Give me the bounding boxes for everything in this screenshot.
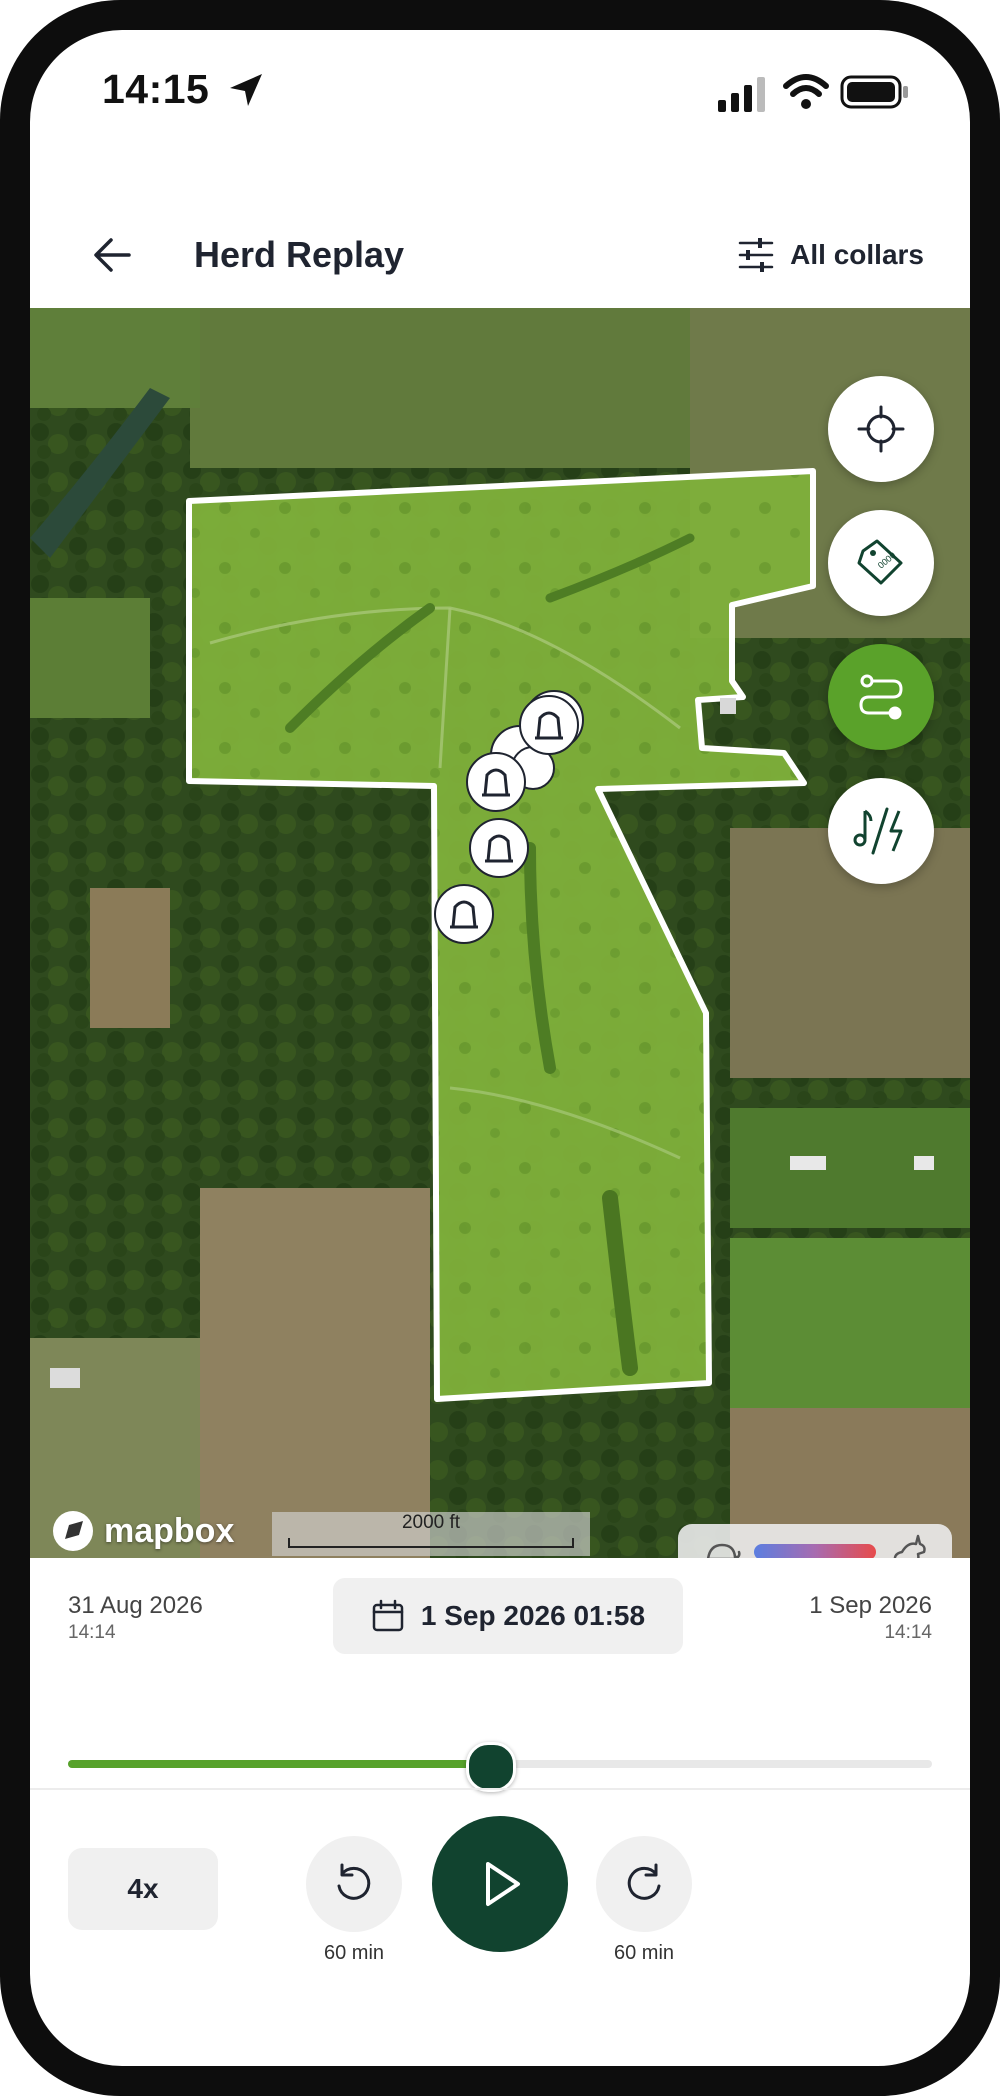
map-imagery xyxy=(30,308,970,1558)
sound-shock-icon xyxy=(853,807,903,855)
collar-tag-button[interactable]: 0000 xyxy=(828,510,934,616)
range-end: 1 Sep 2026 14:14 xyxy=(809,1592,932,1644)
playback-speed-button[interactable]: 4x xyxy=(68,1848,218,1930)
svg-text:0000: 0000 xyxy=(876,550,898,571)
scale-label: 2000 ft xyxy=(401,1512,461,1533)
range-start-time: 14:14 xyxy=(68,1622,116,1643)
current-datetime: 1 Sep 2026 01:58 xyxy=(420,1600,646,1631)
recenter-button[interactable] xyxy=(828,376,934,482)
rewind-label: 60 min xyxy=(323,1942,385,1964)
route-toggle-button[interactable] xyxy=(828,644,934,750)
slider-thumb[interactable] xyxy=(466,1742,517,1792)
slider-progress xyxy=(68,1760,492,1768)
play-icon xyxy=(486,1862,520,1906)
range-start: 31 Aug 2026 14:14 xyxy=(68,1592,203,1644)
sound-shock-button[interactable] xyxy=(828,778,934,884)
wifi-icon xyxy=(783,74,829,109)
sliders-icon xyxy=(738,238,774,272)
collar-tag-icon: 0000 xyxy=(857,539,903,585)
crosshair-icon xyxy=(857,405,905,453)
speed-gradient xyxy=(754,1544,876,1558)
forward-icon xyxy=(627,1863,661,1900)
range-end-date: 1 Sep 2026 xyxy=(809,1592,932,1619)
status-bar: 14:15 xyxy=(30,30,970,150)
rabbit-icon xyxy=(893,1534,926,1558)
timeline-panel: 31 Aug 2026 14:14 1 Sep 2026 01:58 1 Sep… xyxy=(30,1558,970,1818)
status-time: 14:15 xyxy=(102,66,210,112)
mapbox-logo[interactable]: mapbox xyxy=(50,1508,234,1554)
cellular-signal-icon xyxy=(718,77,765,112)
route-icon xyxy=(859,674,903,720)
page-title: Herd Replay xyxy=(194,234,405,275)
play-button[interactable] xyxy=(432,1816,568,1952)
collar-filter-button[interactable]: All collars xyxy=(736,222,924,288)
device-frame: 14:15 Herd Replay All collars 0000 mapbo… xyxy=(0,0,1000,2096)
scale-rule xyxy=(288,1538,574,1548)
satellite-map[interactable]: 0000 mapbox 2000 ft xyxy=(30,308,970,1558)
battery-icon xyxy=(840,75,908,109)
map-scale-bar: 2000 ft xyxy=(272,1512,590,1556)
mapbox-attribution: mapbox xyxy=(104,1511,235,1550)
range-start-date: 31 Aug 2026 xyxy=(68,1592,203,1619)
rewind-icon xyxy=(337,1863,371,1900)
rewind-button[interactable] xyxy=(306,1836,402,1932)
collar-filter-label: All collars xyxy=(790,239,924,270)
forward-label: 60 min xyxy=(613,1942,675,1964)
app-screen: 14:15 Herd Replay All collars 0000 mapbo… xyxy=(30,30,970,2066)
range-end-time: 14:14 xyxy=(884,1622,932,1643)
playback-controls: 4x 60 min 60 min xyxy=(30,1790,970,2066)
back-arrow-icon[interactable] xyxy=(85,228,139,282)
calendar-icon xyxy=(372,1599,404,1632)
app-header: Herd Replay All collars xyxy=(30,200,970,310)
turtle-icon xyxy=(706,1543,741,1558)
current-datetime-button[interactable]: 1 Sep 2026 01:58 xyxy=(333,1578,683,1654)
mapbox-mark-icon xyxy=(53,1511,93,1551)
location-arrow-icon xyxy=(230,74,262,106)
forward-button[interactable] xyxy=(596,1836,692,1932)
speed-legend xyxy=(678,1524,952,1558)
